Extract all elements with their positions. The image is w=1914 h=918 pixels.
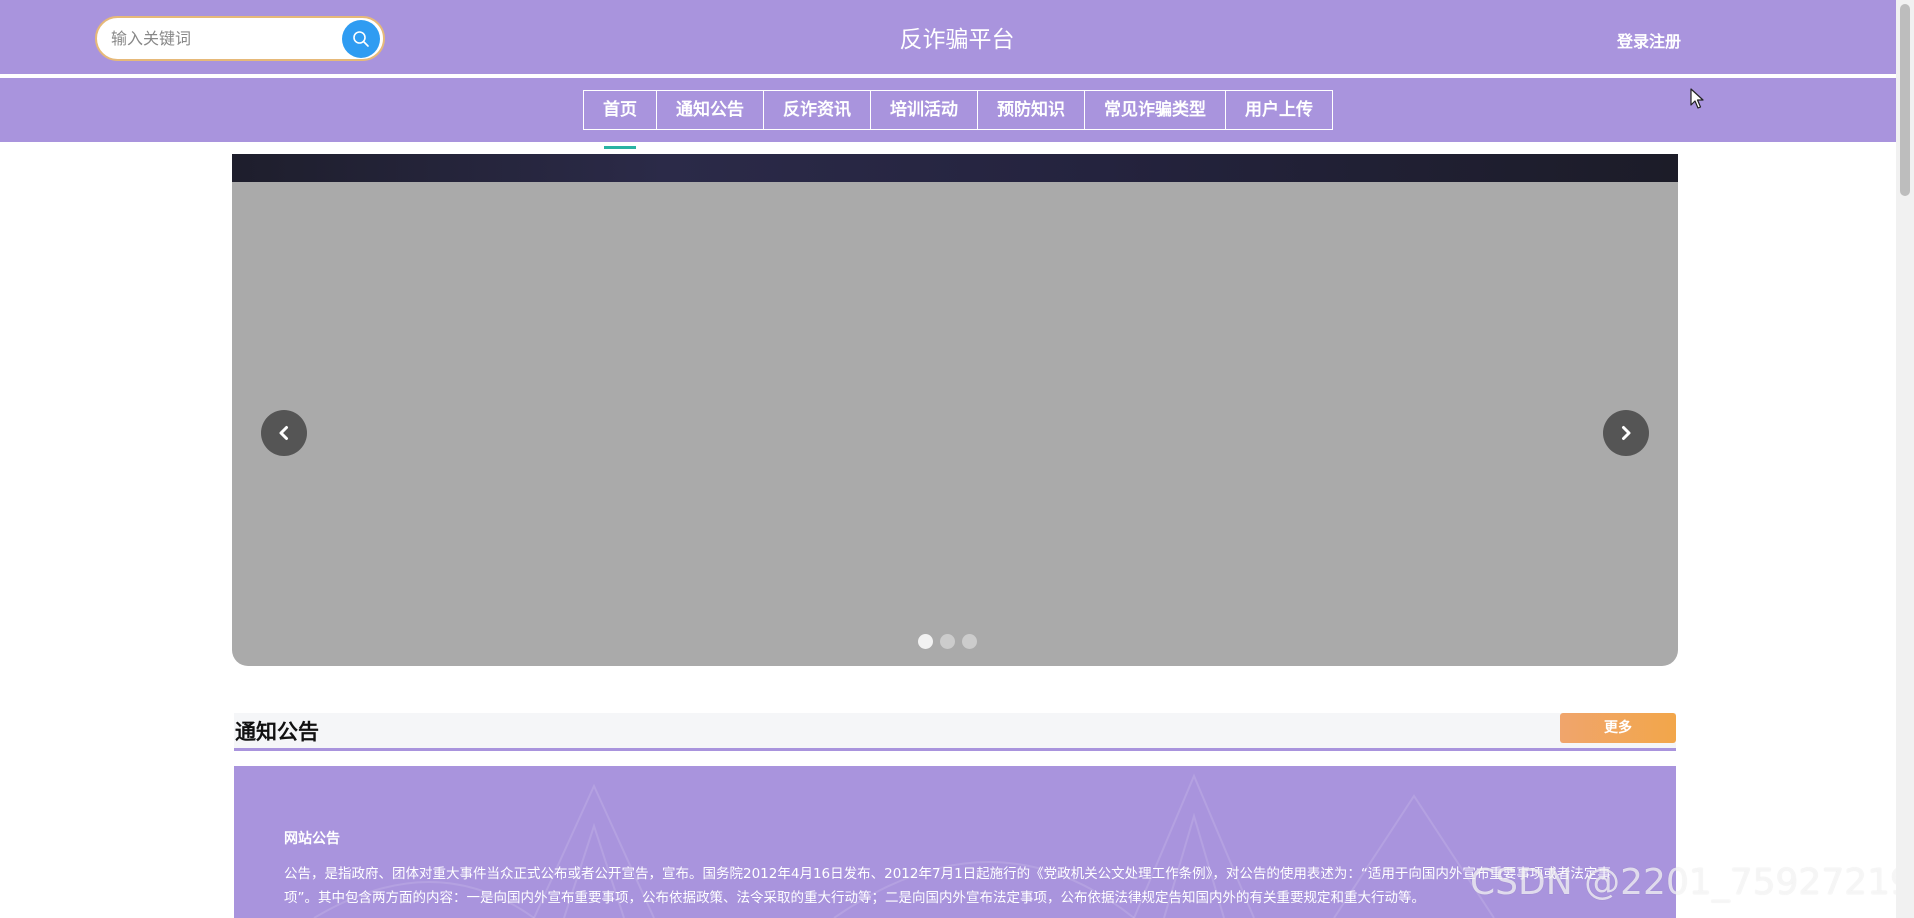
login-register-link[interactable]: 登录注册 [1617, 28, 1681, 52]
mouse-cursor-icon [1690, 88, 1704, 109]
search-button[interactable] [342, 20, 380, 58]
nav-list: 首页 通知公告 反诈资讯 培训活动 预防知识 常见诈骗类型 用户上传 [583, 90, 1333, 149]
top-header: 反诈骗平台 登录注册 [0, 0, 1914, 76]
nav-item-user-upload[interactable]: 用户上传 [1225, 90, 1333, 130]
carousel-prev-button[interactable] [261, 410, 307, 456]
more-button[interactable]: 更多 [1560, 713, 1676, 743]
banner-image-strip [232, 154, 1678, 182]
carousel-indicators [918, 634, 977, 649]
chevron-left-icon [279, 426, 288, 440]
nav-item-notices[interactable]: 通知公告 [656, 90, 764, 130]
nav-item-home[interactable]: 首页 [583, 90, 657, 149]
notice-section-header: 通知公告 更多 [234, 713, 1676, 751]
nav-item-anti-fraud-news[interactable]: 反诈资讯 [763, 90, 871, 130]
notice-card[interactable]: 网站公告 公告，是指政府、团体对重大事件当众正式公布或者公开宣告，宣布。国务院2… [234, 766, 1676, 918]
carousel-next-button[interactable] [1603, 410, 1649, 456]
carousel-dot-2[interactable] [940, 634, 955, 649]
search-input[interactable] [111, 18, 321, 59]
carousel-dot-3[interactable] [962, 634, 977, 649]
scrollbar-thumb[interactable] [1900, 4, 1910, 196]
page-scrollbar[interactable] [1896, 0, 1914, 918]
chevron-right-icon [1622, 426, 1631, 440]
notice-body: 公告，是指政府、团体对重大事件当众正式公布或者公开宣告，宣布。国务院2012年4… [284, 866, 1611, 906]
section-title: 通知公告 [235, 720, 319, 744]
banner-carousel [232, 154, 1678, 666]
watermark: CSDN @2201_75927219 [1470, 862, 1913, 903]
main-nav: 首页 通知公告 反诈资讯 培训活动 预防知识 常见诈骗类型 用户上传 [0, 78, 1914, 149]
nav-item-training[interactable]: 培训活动 [870, 90, 978, 130]
nav-item-prevention[interactable]: 预防知识 [977, 90, 1085, 130]
site-title: 反诈骗平台 [899, 27, 1015, 53]
search-box [95, 16, 385, 61]
nav-item-fraud-types[interactable]: 常见诈骗类型 [1084, 90, 1226, 130]
notice-heading: 网站公告 [284, 831, 340, 847]
carousel-dot-1[interactable] [918, 634, 933, 649]
search-icon [353, 31, 369, 47]
